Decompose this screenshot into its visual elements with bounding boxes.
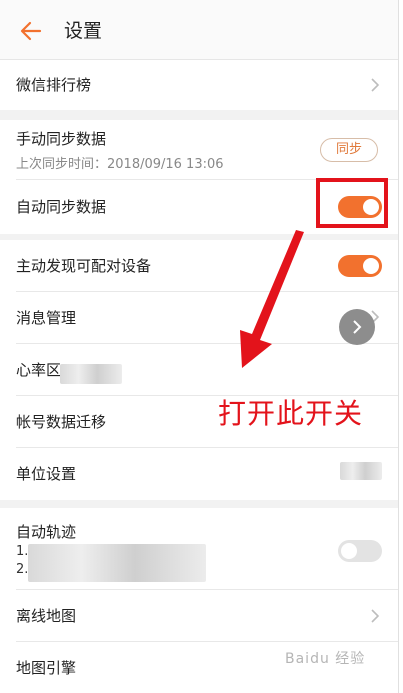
wechat-ranking-label: 微信排行榜: [16, 76, 92, 94]
map-engine-label: 地图引擎: [16, 659, 77, 677]
blurred-track-info: [28, 544, 206, 582]
auto-track-line-2: 2.: [16, 562, 29, 577]
auto-track-label: 自动轨迹: [16, 523, 77, 541]
chevron-right-icon: [370, 609, 380, 623]
page-title: 设置: [64, 20, 103, 42]
back-arrow-icon[interactable]: [18, 18, 44, 44]
highlight-box: [316, 178, 388, 228]
watermark: Baidu 经验: [285, 651, 366, 667]
offline-map-label: 离线地图: [16, 607, 77, 625]
manual-sync-label: 手动同步数据: [16, 130, 107, 148]
discover-devices-toggle[interactable]: [338, 255, 382, 277]
annotation-arrow-icon: [230, 230, 310, 370]
toggle-knob: [341, 543, 357, 559]
message-management-label: 消息管理: [16, 309, 77, 327]
row-offline-map[interactable]: 离线地图: [16, 590, 398, 642]
floating-next-button[interactable]: [339, 309, 375, 345]
auto-track-line-1: 1.: [16, 544, 29, 559]
settings-screen: 设置 微信排行榜 手动同步数据 上次同步时间：2018/09/16 13:06 …: [0, 0, 403, 693]
row-discover-devices: 主动发现可配对设备: [16, 240, 398, 292]
auto-track-toggle[interactable]: [338, 540, 382, 562]
chevron-right-icon: [370, 78, 380, 92]
row-wechat-ranking[interactable]: 微信排行榜: [16, 60, 398, 110]
unit-settings-label: 单位设置: [16, 465, 77, 483]
row-manual-sync: 手动同步数据 上次同步时间：2018/09/16 13:06 同步: [16, 120, 398, 180]
adjacent-page-edge: [398, 0, 403, 693]
last-sync-time: 上次同步时间：2018/09/16 13:06: [16, 157, 224, 172]
annotation-text: 打开此开关: [218, 397, 364, 430]
blurred-text: [60, 364, 122, 384]
account-migration-label: 帐号数据迁移: [16, 413, 107, 431]
sync-button[interactable]: 同步: [320, 138, 378, 162]
app-header: 设置: [0, 0, 398, 60]
toggle-knob: [363, 258, 379, 274]
auto-sync-label: 自动同步数据: [16, 198, 107, 216]
heart-rate-zone-label: 心率区: [16, 361, 62, 379]
group-ranking: 微信排行榜: [0, 60, 398, 110]
blurred-value: [340, 462, 382, 480]
discover-devices-label: 主动发现可配对设备: [16, 257, 152, 275]
